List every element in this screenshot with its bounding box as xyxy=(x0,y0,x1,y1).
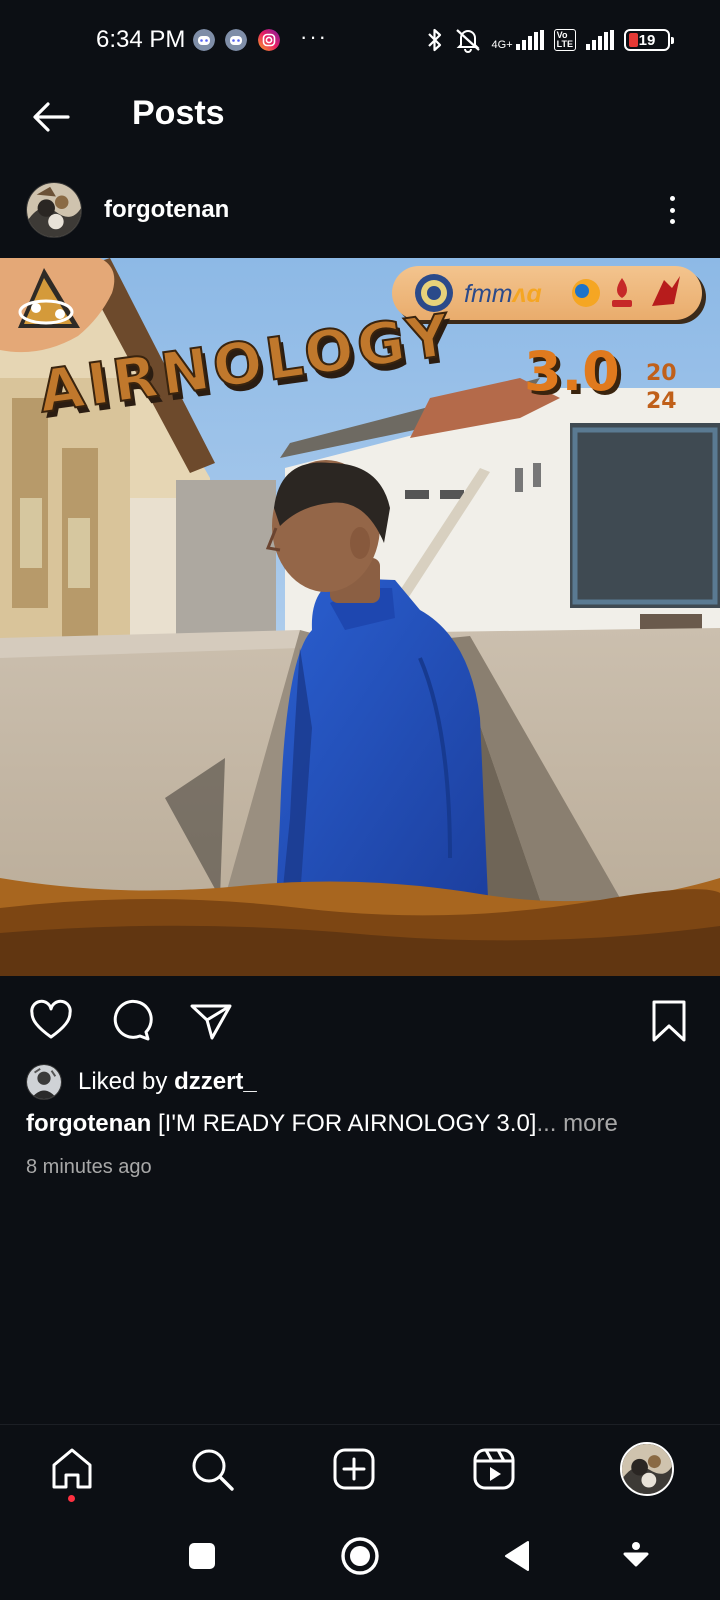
signal-icon: 4G+ xyxy=(491,30,544,51)
more-options-icon[interactable] xyxy=(662,192,682,228)
instagram-icon xyxy=(258,29,280,51)
status-icons: 4G+ Vo LTE 19 xyxy=(426,26,674,54)
caption-text: [I'M READY FOR AIRNOLOGY 3.0] xyxy=(151,1110,537,1137)
discord-icon xyxy=(193,29,215,51)
volte-badge: Vo LTE xyxy=(553,29,576,51)
status-time: 6:34 PM xyxy=(96,26,186,53)
sponsor-logo-text: fmmʌɑ xyxy=(464,280,542,308)
liked-by-row[interactable]: Liked by dzzert_ xyxy=(26,1062,257,1102)
liked-by-text: Liked by dzzert_ xyxy=(78,1068,257,1095)
mute-icon xyxy=(455,29,480,53)
network-type: 4G+ xyxy=(491,39,513,51)
top-app-bar: Posts xyxy=(0,80,720,180)
battery-icon: 19 xyxy=(624,29,674,51)
system-navigation xyxy=(0,1514,720,1600)
page-title: Posts xyxy=(132,94,225,132)
liker-username[interactable]: dzzert_ xyxy=(174,1068,257,1095)
heart-icon[interactable] xyxy=(28,998,74,1044)
svg-text:3.0: 3.0 xyxy=(524,340,620,403)
home-circle-icon[interactable] xyxy=(338,1534,382,1578)
bottom-navigation xyxy=(0,1424,720,1514)
assistant-icon[interactable] xyxy=(614,1534,658,1578)
post-timestamp: 8 minutes ago xyxy=(26,1156,152,1178)
arrow-left-icon[interactable] xyxy=(28,94,74,140)
create-icon[interactable] xyxy=(330,1445,378,1493)
battery-level: 19 xyxy=(638,31,656,49)
post-header: forgotenan xyxy=(0,180,720,258)
home-icon[interactable] xyxy=(48,1445,96,1493)
svg-text:24: 24 xyxy=(646,389,677,414)
post-username[interactable]: forgotenan xyxy=(104,196,229,224)
liker-avatar xyxy=(26,1064,62,1100)
bookmark-icon[interactable] xyxy=(646,998,692,1044)
recents-icon[interactable] xyxy=(180,1534,224,1578)
comment-icon[interactable] xyxy=(108,998,154,1044)
search-icon[interactable] xyxy=(188,1445,236,1493)
reels-icon[interactable] xyxy=(470,1445,518,1493)
home-notification-dot xyxy=(68,1495,75,1502)
post-image[interactable]: fmmʌɑ AIRNOLOGY AIRNOLOGY 3.0 3.0 20 24 xyxy=(0,258,720,976)
back-triangle-icon[interactable] xyxy=(496,1534,540,1578)
svg-text:20: 20 xyxy=(646,361,677,386)
post-actions xyxy=(0,990,720,1050)
signal-icon xyxy=(586,30,614,50)
profile-avatar[interactable] xyxy=(620,1442,674,1496)
status-bar: 6:34 PM ··· 4G+ Vo LTE 19 xyxy=(0,0,720,80)
post-caption[interactable]: forgotenan [I'M READY FOR AIRNOLOGY 3.0]… xyxy=(26,1110,618,1138)
discord-icon xyxy=(225,29,247,51)
share-icon[interactable] xyxy=(188,998,234,1044)
caption-username[interactable]: forgotenan xyxy=(26,1110,151,1137)
avatar[interactable] xyxy=(26,182,82,238)
more-notifications-icon: ··· xyxy=(300,24,328,49)
caption-more-link[interactable]: ... more xyxy=(536,1110,617,1137)
bluetooth-icon xyxy=(427,28,441,52)
post-photo: fmmʌɑ AIRNOLOGY AIRNOLOGY 3.0 3.0 20 24 xyxy=(0,258,720,976)
